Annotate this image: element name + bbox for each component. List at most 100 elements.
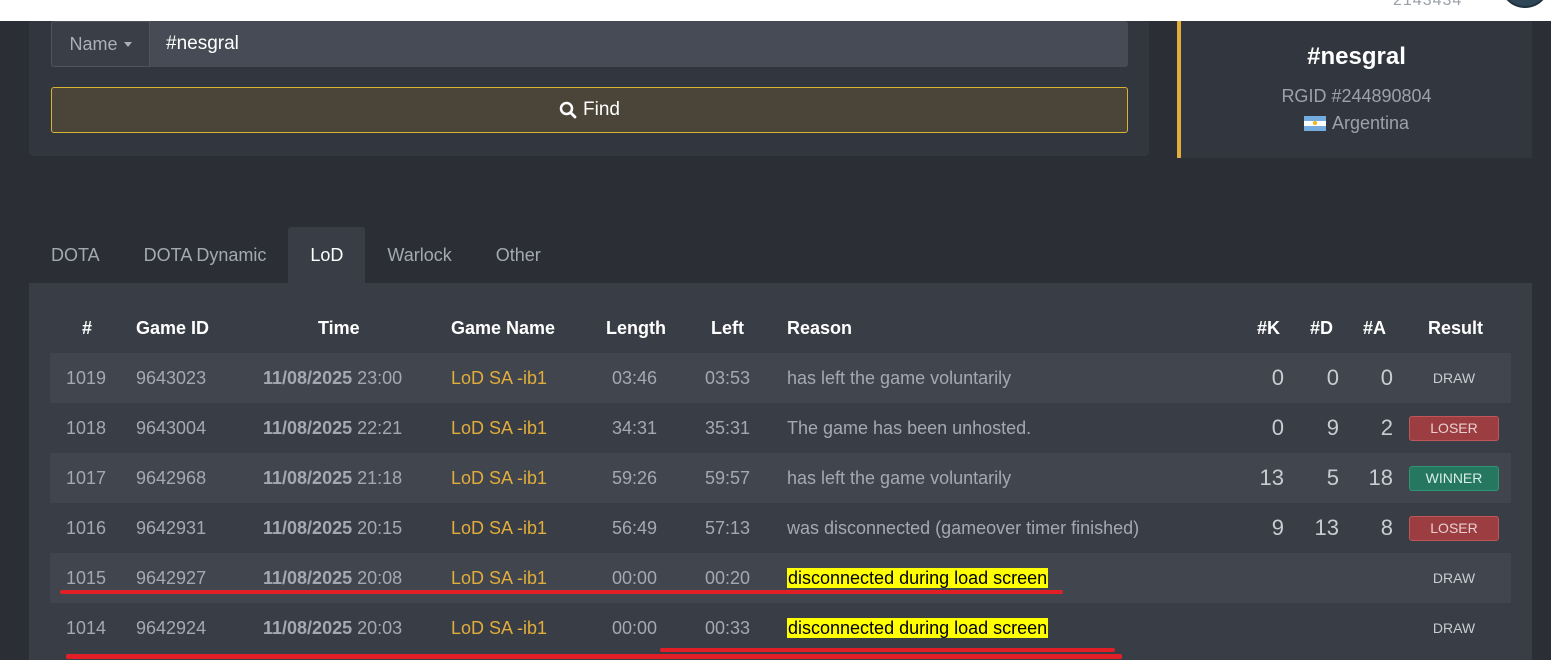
row-left-time: 57:13	[705, 518, 751, 538]
row-number: 1014	[66, 618, 107, 638]
result-badge: DRAW	[1432, 620, 1476, 636]
row-time: 11/08/2025 22:21	[263, 403, 402, 453]
caret-down-icon	[123, 41, 132, 47]
row-reason-text: was disconnected (gameover timer finishe…	[787, 518, 1140, 538]
row-deaths: 5	[1326, 465, 1339, 490]
table-row[interactable]: 1017 9642968 11/08/2025 21:18 LoD SA -ib1 59…	[50, 453, 1511, 503]
game-mode-tabs: DOTA DOTA Dynamic LoD Warlock Other	[29, 227, 563, 283]
row-clock: 20:15	[357, 518, 403, 538]
result-badge: DRAW	[1432, 370, 1476, 386]
row-game-id[interactable]: 9642931	[136, 503, 206, 553]
row-length: 03:46	[612, 368, 658, 388]
row-assists: 8	[1380, 515, 1393, 540]
row-kills: 13	[1259, 465, 1284, 490]
row-reason-text: disconnected during load screen	[787, 568, 1049, 588]
row-time: 11/08/2025 23:00	[263, 353, 402, 403]
row-reason: was disconnected (gameover timer finishe…	[787, 503, 1139, 553]
result-badge: DRAW	[1432, 570, 1476, 586]
row-game-id[interactable]: 9643023	[136, 353, 206, 403]
red-underline-annotation	[66, 654, 1122, 659]
row-game-name[interactable]: LoD SA -ib1	[451, 403, 547, 453]
table-row[interactable]: 1014 9642924 11/08/2025 20:03 LoD SA -ib1 00…	[50, 603, 1511, 653]
row-game-id[interactable]: 9642968	[136, 453, 206, 503]
profile-rgid: RGID #244890804	[1281, 86, 1432, 106]
row-length: 34:31	[612, 418, 658, 438]
row-game-name[interactable]: LoD SA -ib1	[451, 503, 547, 553]
avatar[interactable]	[1500, 0, 1550, 8]
tab-other[interactable]: Other	[474, 227, 563, 283]
row-game-name[interactable]: LoD SA -ib1	[451, 603, 547, 653]
row-number: 1017	[66, 468, 107, 488]
row-reason: disconnected during load screen	[787, 553, 1049, 603]
row-time: 11/08/2025 20:15	[263, 503, 402, 553]
argentina-flag-icon	[1303, 116, 1326, 131]
row-reason-text: has left the game voluntarily	[787, 368, 1012, 388]
row-assists: 2	[1380, 415, 1393, 440]
red-underline-annotation	[60, 590, 1063, 594]
tab-dota[interactable]: DOTA	[29, 227, 122, 283]
header-time: Time	[318, 318, 360, 338]
top-bar-clipped-text: 2143434	[1393, 0, 1463, 9]
header-kills: #K	[1257, 318, 1281, 338]
search-input[interactable]	[150, 21, 1128, 67]
header-left: Left	[711, 318, 744, 338]
row-clock: 20:03	[357, 618, 403, 638]
search-filter-dropdown[interactable]: Name	[51, 21, 150, 67]
tab-lod[interactable]: LoD	[288, 227, 366, 283]
row-length: 56:49	[612, 518, 658, 538]
row-kills: 0	[1271, 415, 1284, 440]
row-reason: has left the game voluntarily	[787, 453, 1011, 503]
result-badge: LOSER	[1409, 416, 1499, 441]
row-reason: The game has been unhosted.	[787, 403, 1031, 453]
row-assists: 0	[1380, 365, 1393, 390]
row-time: 11/08/2025 20:03	[263, 603, 402, 653]
row-game-id[interactable]: 9642927	[136, 553, 206, 603]
result-badge: LOSER	[1409, 516, 1499, 541]
row-deaths: 0	[1326, 365, 1339, 390]
search-icon	[559, 101, 577, 119]
table-row[interactable]: 1019 9643023 11/08/2025 23:00 LoD SA -ib1 03…	[50, 353, 1511, 403]
row-time: 11/08/2025 21:18	[263, 453, 402, 503]
header-num: #	[82, 318, 93, 338]
row-left-time: 00:33	[705, 618, 751, 638]
tab-warlock[interactable]: Warlock	[365, 227, 473, 283]
header-reason: Reason	[787, 318, 853, 338]
row-game-name[interactable]: LoD SA -ib1	[451, 353, 547, 403]
row-game-id[interactable]: 9642924	[136, 603, 206, 653]
row-game-name[interactable]: LoD SA -ib1	[451, 553, 547, 603]
table-row[interactable]: 1016 9642931 11/08/2025 20:15 LoD SA -ib1 56…	[50, 503, 1511, 553]
find-button[interactable]: Find	[51, 87, 1128, 133]
result-badge: WINNER	[1409, 466, 1499, 491]
header-result: Result	[1428, 318, 1484, 338]
row-length: 00:00	[612, 618, 658, 638]
row-game-id[interactable]: 9643004	[136, 403, 206, 453]
table-row[interactable]: 1015 9642927 11/08/2025 20:08 LoD SA -ib1 00…	[50, 553, 1511, 603]
row-number: 1018	[66, 418, 107, 438]
row-date: 11/08/2025	[263, 468, 353, 488]
row-game-name[interactable]: LoD SA -ib1	[451, 453, 547, 503]
row-deaths: 9	[1326, 415, 1339, 440]
row-date: 11/08/2025	[263, 568, 353, 588]
table-row[interactable]: 1018 9643004 11/08/2025 22:21 LoD SA -ib1 34…	[50, 403, 1511, 453]
row-date: 11/08/2025	[263, 418, 353, 438]
header-assists: #A	[1363, 318, 1387, 338]
row-number: 1019	[66, 368, 107, 388]
row-left-time: 03:53	[705, 368, 751, 388]
header-game-name: Game Name	[451, 318, 556, 338]
row-date: 11/08/2025	[263, 518, 353, 538]
find-button-label: Find	[583, 99, 620, 120]
row-reason: disconnected during load screen	[787, 603, 1049, 653]
search-filter-label: Name	[69, 33, 118, 54]
top-bar: 2143434	[0, 0, 1551, 21]
row-reason-text: has left the game voluntarily	[787, 468, 1012, 488]
row-kills: 0	[1271, 365, 1284, 390]
row-left-time: 59:57	[705, 468, 751, 488]
row-clock: 22:21	[357, 418, 403, 438]
row-left-time: 00:20	[705, 568, 751, 588]
row-length: 59:26	[612, 468, 658, 488]
row-date: 11/08/2025	[263, 368, 353, 388]
row-kills: 9	[1271, 515, 1284, 540]
row-deaths: 13	[1314, 515, 1339, 540]
tab-dota-dynamic[interactable]: DOTA Dynamic	[122, 227, 289, 283]
header-length: Length	[606, 318, 666, 338]
